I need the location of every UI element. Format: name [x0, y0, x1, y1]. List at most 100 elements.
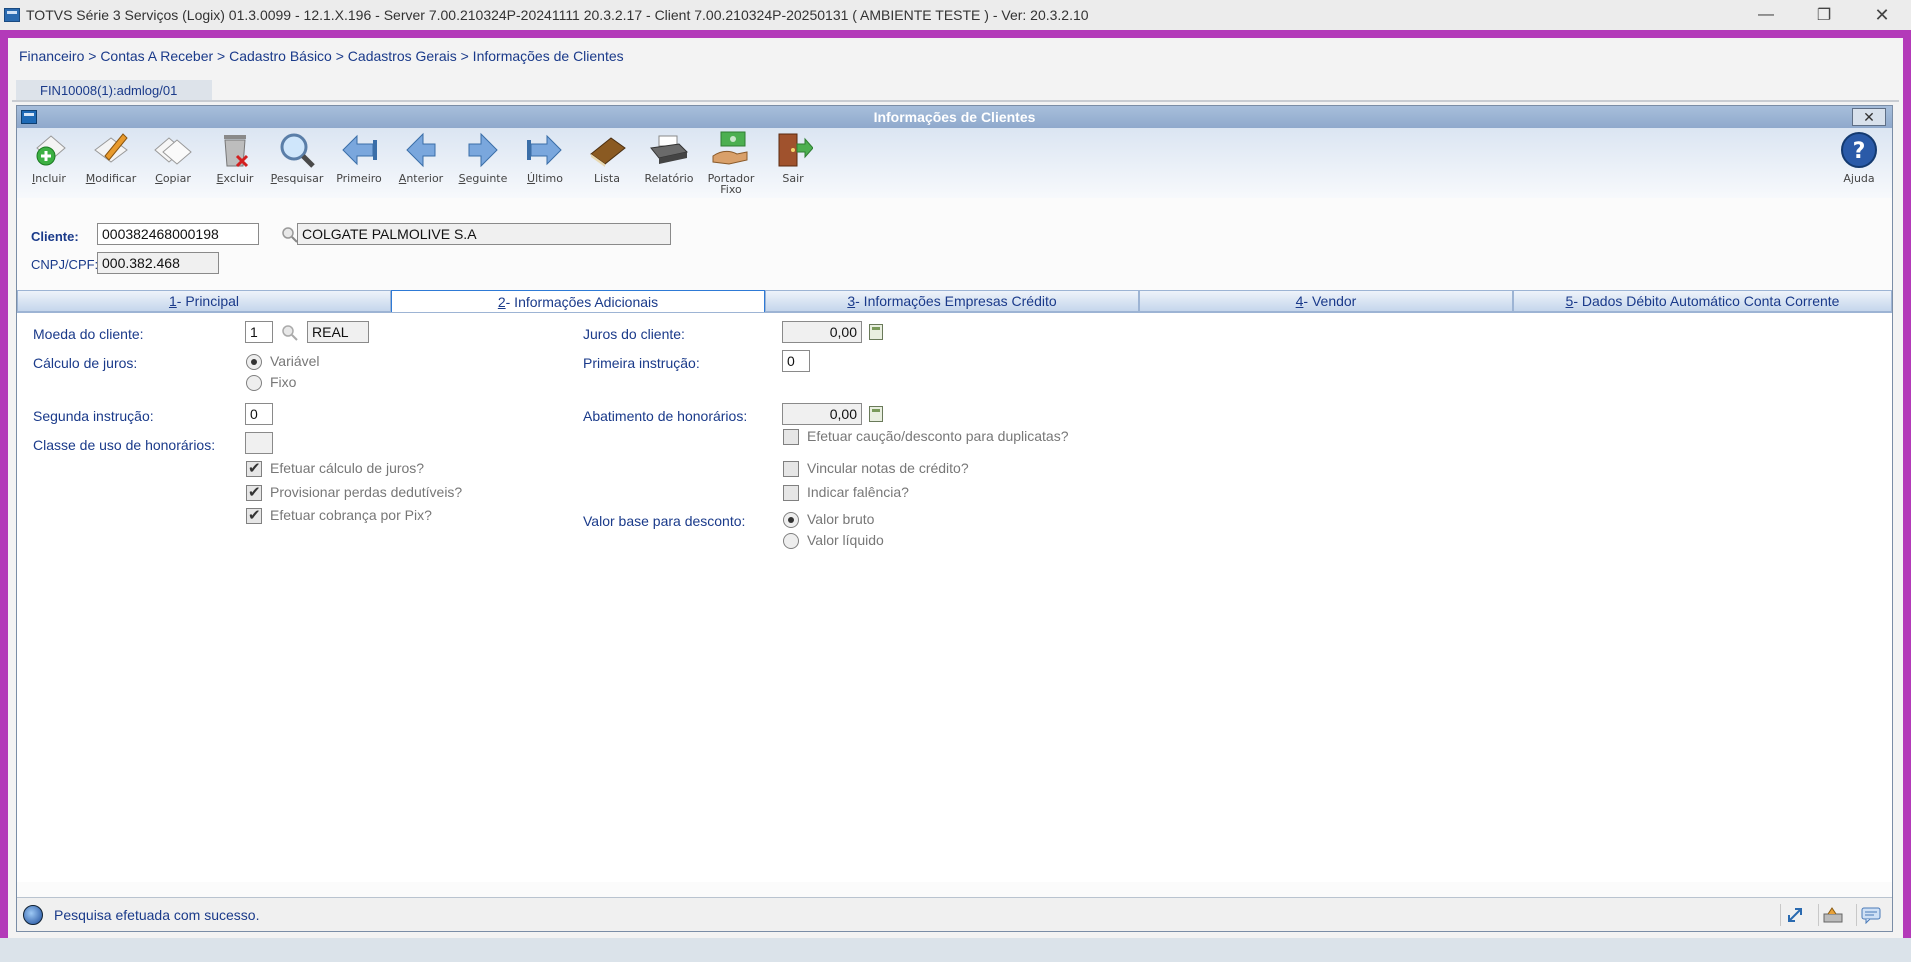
expand-icon[interactable]: [1780, 904, 1808, 926]
session-tab[interactable]: FIN10008(1):admlog/01: [16, 80, 212, 100]
relatorio-label: Relatório: [644, 172, 694, 185]
abatimento-calculator-icon[interactable]: [869, 406, 883, 422]
previous-arrow-icon: [401, 130, 441, 170]
status-bar: Pesquisa efetuada com sucesso.: [17, 897, 1892, 931]
moeda-lookup-icon[interactable]: [281, 324, 299, 342]
segunda-instrucao-input[interactable]: 0: [245, 403, 273, 425]
cliente-label: Cliente:: [31, 229, 79, 244]
tab-vendor[interactable]: 4 - Vendor: [1139, 290, 1513, 312]
efetuar-caucao-label: Efetuar caução/desconto para duplicatas?: [807, 428, 1069, 444]
program-titlebar: Informações de Clientes ✕: [17, 106, 1892, 128]
calculo-fixo-label: Fixo: [270, 374, 297, 390]
efetuar-cobranca-pix-label: Efetuar cobrança por Pix?: [270, 507, 432, 523]
exit-door-icon: [773, 130, 813, 170]
ajuda-button[interactable]: ? Ajuda: [1831, 130, 1887, 196]
minimize-button[interactable]: —: [1741, 0, 1791, 30]
add-document-icon: [29, 130, 69, 170]
provisionar-perdas-checkbox[interactable]: [246, 483, 262, 501]
tab-principal[interactable]: 1 - Principal: [17, 290, 391, 312]
program-close-button[interactable]: ✕: [1852, 108, 1886, 126]
seguinte-button[interactable]: Seguinte: [455, 130, 511, 196]
classe-honorarios-input[interactable]: [245, 432, 273, 454]
tab-strip: 1 - Principal 2 - Informações Adicionais…: [17, 290, 1892, 313]
app-frame: Financeiro > Contas A Receber > Cadastro…: [8, 38, 1903, 962]
excluir-label: Excluir: [216, 172, 254, 185]
pesquisar-button[interactable]: Pesquisar: [269, 130, 325, 196]
moeda-label: Moeda do cliente:: [33, 326, 144, 342]
tab-debito-automatico[interactable]: 5 - Dados Débito Automático Conta Corren…: [1513, 290, 1892, 312]
lista-button[interactable]: Lista: [579, 130, 635, 196]
sair-button[interactable]: Sair: [765, 130, 821, 196]
close-window-button[interactable]: ✕: [1857, 0, 1907, 30]
valor-bruto-radio[interactable]: [783, 512, 799, 528]
ajuda-label: Ajuda: [1843, 172, 1875, 185]
tab-informacoes-adicionais[interactable]: 2 - Informações Adicionais: [391, 290, 765, 313]
modificar-button[interactable]: Modificar: [83, 130, 139, 196]
excluir-button[interactable]: Excluir: [207, 130, 263, 196]
breadcrumb[interactable]: Financeiro > Contas A Receber > Cadastro…: [19, 48, 624, 64]
taskbar-strip: [0, 938, 1911, 962]
anterior-button[interactable]: Anterior: [393, 130, 449, 196]
juros-cliente-input[interactable]: 0,00: [782, 321, 862, 343]
ultimo-label: Último: [527, 172, 563, 185]
copiar-button[interactable]: Copiar: [145, 130, 201, 196]
calculo-variavel-label: Variável: [270, 353, 320, 369]
efetuar-caucao-checkbox[interactable]: [783, 429, 799, 445]
tools-icon[interactable]: [1818, 904, 1846, 926]
help-icon: ?: [1839, 130, 1879, 170]
svg-text:?: ?: [1853, 139, 1866, 164]
moeda-code-input[interactable]: 1: [245, 321, 273, 343]
money-hand-icon: [711, 130, 751, 170]
vincular-notas-checkbox[interactable]: [783, 461, 799, 477]
cliente-code-input[interactable]: 000382468000198: [97, 223, 259, 245]
efetuar-cobranca-pix-checkbox[interactable]: [246, 506, 262, 524]
os-window-title: TOTVS Série 3 Serviços (Logix) 01.3.0099…: [26, 7, 1089, 23]
calculo-fixo-radio[interactable]: [246, 375, 262, 391]
last-arrow-icon: [525, 130, 565, 170]
first-arrow-icon: [339, 130, 379, 170]
os-titlebar: TOTVS Série 3 Serviços (Logix) 01.3.0099…: [0, 0, 1911, 30]
indicar-falencia-checkbox[interactable]: [783, 485, 799, 501]
trash-icon: [215, 130, 255, 170]
next-arrow-icon: [463, 130, 503, 170]
efetuar-calculo-juros-checkbox[interactable]: [246, 459, 262, 477]
anterior-label: Anterior: [398, 172, 444, 185]
toolbar: Incluir Modificar Copiar Excluir Pesquis…: [17, 128, 1892, 198]
primeira-instrucao-input[interactable]: 0: [782, 350, 810, 372]
valor-base-desconto-label: Valor base para desconto:: [583, 513, 746, 529]
portador-fixo-label: Portador Fixo: [707, 172, 755, 196]
tab-informacoes-empresas-credito[interactable]: 3 - Informações Empresas Crédito: [765, 290, 1139, 312]
printer-icon: [649, 130, 689, 170]
edit-document-icon: [91, 130, 131, 170]
program-title: Informações de Clientes: [873, 109, 1036, 125]
calculo-variavel-radio[interactable]: [246, 354, 262, 370]
efetuar-calculo-juros-label: Efetuar cálculo de juros?: [270, 460, 425, 476]
moeda-name-field: REAL: [307, 321, 369, 343]
copy-document-icon: [153, 130, 193, 170]
incluir-label: Incluir: [32, 172, 66, 185]
primeira-instrucao-label: Primeira instrução:: [583, 355, 700, 371]
restore-button[interactable]: ❐: [1799, 0, 1849, 30]
incluir-button[interactable]: Incluir: [21, 130, 77, 196]
relatorio-button[interactable]: Relatório: [641, 130, 697, 196]
copiar-label: Copiar: [155, 172, 191, 185]
classe-honorarios-label: Classe de uso de honorários:: [33, 437, 216, 453]
window-icon: [21, 110, 37, 124]
calculo-juros-label: Cálculo de juros:: [33, 355, 138, 371]
tab-panel-informacoes-adicionais: Moeda do cliente: 1 REAL Cálculo de juro…: [17, 312, 1892, 882]
ultimo-button[interactable]: Último: [517, 130, 573, 196]
status-message: Pesquisa efetuada com sucesso.: [54, 907, 260, 923]
message-icon[interactable]: [1856, 904, 1884, 926]
primeiro-button[interactable]: Primeiro: [331, 130, 387, 196]
book-icon: [587, 130, 627, 170]
juros-calculator-icon[interactable]: [869, 324, 883, 340]
status-globe-icon: [23, 905, 43, 925]
lista-label: Lista: [594, 172, 620, 185]
valor-bruto-label: Valor bruto: [807, 511, 875, 527]
abatimento-honorarios-input[interactable]: 0,00: [782, 403, 862, 425]
valor-liquido-radio[interactable]: [783, 533, 799, 549]
sair-label: Sair: [782, 172, 804, 185]
indicar-falencia-label: Indicar falência?: [807, 484, 909, 500]
cliente-name-field: COLGATE PALMOLIVE S.A: [297, 223, 671, 245]
portador-fixo-button[interactable]: Portador Fixo: [703, 130, 759, 196]
